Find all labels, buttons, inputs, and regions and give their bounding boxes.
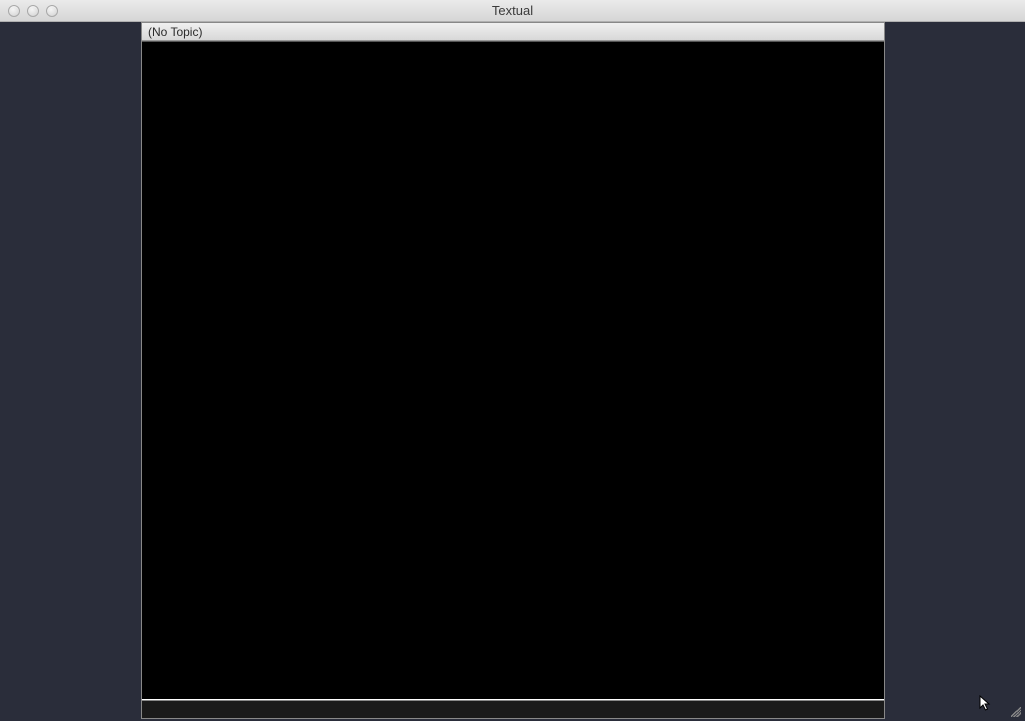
resize-handle[interactable] [1009, 705, 1023, 719]
window-title: Textual [492, 3, 533, 18]
close-button[interactable] [8, 5, 20, 17]
topic-bar[interactable]: (No Topic) [142, 23, 884, 41]
chat-area[interactable] [142, 41, 884, 699]
topic-label: (No Topic) [148, 25, 202, 39]
titlebar: Textual [0, 0, 1025, 22]
minimize-button[interactable] [27, 5, 39, 17]
input-area [142, 700, 884, 718]
message-input[interactable] [142, 702, 884, 719]
main-container: (No Topic) [141, 22, 885, 719]
zoom-button[interactable] [46, 5, 58, 17]
traffic-lights [0, 5, 58, 17]
cursor-icon [979, 695, 993, 713]
